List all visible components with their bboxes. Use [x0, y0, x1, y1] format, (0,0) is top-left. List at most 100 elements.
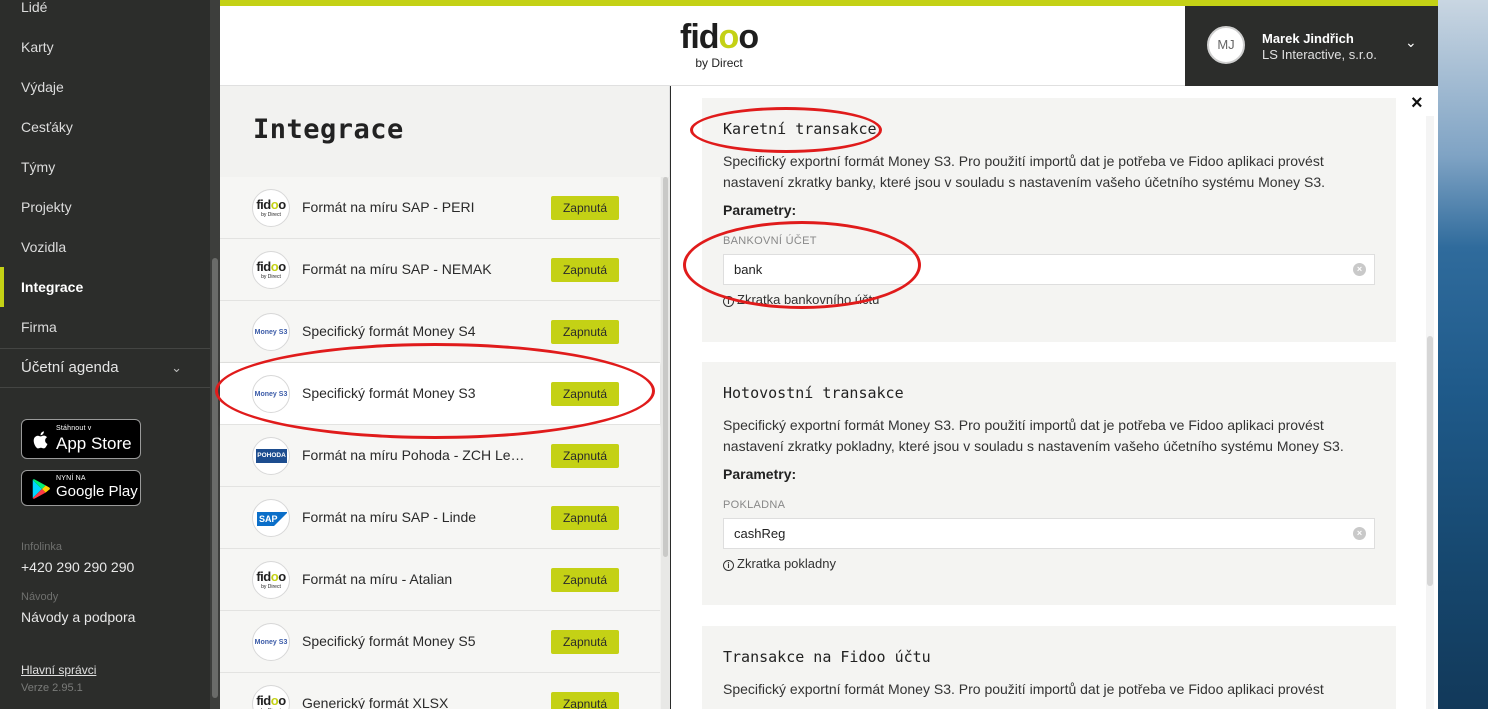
header: fidoo by Direct [220, 6, 1185, 86]
fidoo-logo-icon: fidooby Direct [252, 251, 290, 289]
guides-label: Návody [21, 591, 59, 603]
integration-name: Specifický formát Money S3 [302, 385, 476, 401]
google-play-badge[interactable]: NYNÍ NA Google Play [21, 470, 141, 506]
sidebar-item-lide[interactable]: Lidé [0, 0, 210, 27]
integration-detail: × Karetní transakce Specifický exportní … [671, 86, 1438, 709]
apple-icon [33, 431, 48, 449]
sidebar-divider [0, 387, 210, 388]
clear-icon[interactable]: × [1353, 527, 1366, 540]
brand-subtitle: by Direct [695, 56, 743, 70]
app-store-badge[interactable]: Stáhnout v App Store [21, 419, 141, 459]
fidoo-logo-icon: fidooby Direct [252, 189, 290, 227]
money-logo-text: Money S3 [254, 391, 288, 398]
detail-scrollbar[interactable] [1426, 116, 1434, 709]
bank-account-value: bank [734, 262, 763, 277]
desktop-background [1438, 0, 1488, 709]
card-title: Transakce na Fidoo účtu [723, 648, 931, 666]
fidoo-sub: by Direct [261, 274, 281, 280]
sidebar-item-vozidla[interactable]: Vozidla [0, 227, 210, 267]
sidebar-divider [0, 348, 210, 349]
integration-name: Formát na míru SAP - PERI [302, 199, 475, 215]
integration-name: Specifický formát Money S4 [302, 323, 476, 339]
info-icon: i [723, 560, 734, 571]
field-label: BANKOVNÍ ÚČET [723, 235, 817, 247]
chevron-down-icon: ⌄ [171, 360, 182, 375]
field-hint-text: Zkratka bankovního účtu [737, 292, 880, 307]
sidebar-item-tymy[interactable]: Týmy [0, 147, 210, 187]
list-scrollbar[interactable] [661, 177, 670, 709]
sidebar-scroll-thumb[interactable] [212, 258, 218, 698]
sidebar-scrollbar[interactable] [210, 0, 220, 709]
field-hint: i Zkratka pokladny [723, 556, 836, 571]
guides-link[interactable]: Návody a podpora [21, 609, 135, 625]
card-cash-transactions: Hotovostní transakce Specifický exportní… [702, 362, 1396, 605]
status-badge: Zapnutá [551, 196, 619, 220]
money-s3-logo-icon: Money S3 [252, 313, 290, 351]
integration-item[interactable]: Money S3 Specifický formát Money S4 Zapnut… [220, 301, 660, 363]
page-title: Integrace [253, 114, 404, 145]
sidebar-agenda-label: Účetní agenda [21, 359, 119, 376]
pohoda-logo-icon: POHODA [252, 437, 290, 475]
bank-account-input[interactable]: bank × [723, 254, 1375, 285]
clear-icon[interactable]: × [1353, 263, 1366, 276]
integration-name: Formát na míru Pohoda - ZCH Le… [302, 447, 525, 463]
integration-name: Formát na míru SAP - Linde [302, 509, 477, 525]
card-title: Karetní transakce [723, 120, 877, 138]
field-label: POKLADNA [723, 499, 786, 511]
user-menu[interactable]: MJ Marek Jindřich LS Interactive, s.r.o.… [1185, 6, 1438, 86]
money-s3-logo-icon: Money S3 [252, 375, 290, 413]
status-badge: Zapnutá [551, 630, 619, 654]
integration-name: Formát na míru SAP - NEMAK [302, 261, 492, 277]
google-play-icon [32, 479, 50, 499]
list-scroll-thumb[interactable] [663, 177, 668, 557]
sidebar-item-cestaky[interactable]: Cesťáky [0, 107, 210, 147]
fidoo-wordmark: fidoo [256, 693, 286, 708]
info-icon: i [723, 296, 734, 307]
status-badge: Zapnutá [551, 444, 619, 468]
integrations-panel: Integrace fidoo by Direct Formát na míru S… [220, 86, 670, 709]
detail-scroll-thumb[interactable] [1427, 336, 1433, 586]
google-play-text: Google Play [56, 483, 138, 500]
admins-link[interactable]: Hlavní správci [21, 663, 96, 677]
money-logo-text: Money S3 [254, 639, 288, 646]
card-title: Hotovostní transakce [723, 384, 904, 402]
status-badge: Zapnutá [551, 382, 619, 406]
integration-item[interactable]: Money S3 Specifický formát Money S3 Zapnut… [220, 363, 660, 425]
fidoo-sub: by Direct [261, 584, 281, 590]
avatar: MJ [1207, 26, 1245, 64]
integration-item[interactable]: fidoo by Direct Formát na míru SAP - PERI Z… [220, 177, 660, 239]
fidoo-sub: by Direct [261, 212, 281, 218]
sidebar-item-projekty[interactable]: Projekty [0, 187, 210, 227]
infoline-phone[interactable]: +420 290 290 290 [21, 559, 134, 575]
close-button[interactable]: × [1411, 92, 1423, 115]
integration-item[interactable]: fidoo by Direct Formát na míru - Atalian Za… [220, 549, 660, 611]
money-s3-logo-icon: Money S3 [252, 623, 290, 661]
brand-logo[interactable]: fidoo by Direct [680, 18, 759, 70]
card-description: Specifický exportní formát Money S3. Pro… [723, 681, 1324, 697]
params-label: Parametry: [723, 466, 797, 482]
status-badge: Zapnutá [551, 320, 619, 344]
integration-item[interactable]: SAP Formát na míru SAP - Linde Zapnutá [220, 487, 660, 549]
infoline-label: Infolinka [21, 541, 62, 553]
card-description: Specifický exportní formát Money S3. Pro… [723, 417, 1344, 454]
field-hint-text: Zkratka pokladny [737, 556, 836, 571]
fidoo-wordmark: fidoo [256, 259, 286, 274]
sidebar: Lidé Karty Výdaje Cesťáky Týmy Projekty … [0, 0, 210, 709]
status-badge: Zapnutá [551, 568, 619, 592]
brand-wordmark: fidoo [680, 18, 759, 56]
sidebar-item-karty[interactable]: Karty [0, 27, 210, 67]
integration-name: Formát na míru - Atalian [302, 571, 453, 587]
integration-item[interactable]: fidoo by Direct Formát na míru SAP - NEMAK… [220, 239, 660, 301]
cash-register-input[interactable]: cashReg × [723, 518, 1375, 549]
integration-item[interactable]: fidooby Direct Generický formát XLSX Zapnu… [220, 673, 660, 709]
card-description: Specifický exportní formát Money S3. Pro… [723, 153, 1326, 190]
sidebar-item-integrace[interactable]: Integrace [0, 267, 210, 307]
sidebar-item-firma[interactable]: Firma [0, 307, 210, 347]
chevron-down-icon[interactable]: ⌄ [1405, 34, 1417, 51]
integration-item[interactable]: POHODA Formát na míru Pohoda - ZCH Le… Zap… [220, 425, 660, 487]
pohoda-logo-text: POHODA [256, 449, 287, 463]
sap-logo-icon: SAP [252, 499, 290, 537]
sidebar-item-ucetni-agenda[interactable]: Účetní agenda ⌄ [0, 350, 210, 386]
integration-item[interactable]: Money S3 Specifický formát Money S5 Zapnut… [220, 611, 660, 673]
sidebar-item-vydaje[interactable]: Výdaje [0, 67, 210, 107]
